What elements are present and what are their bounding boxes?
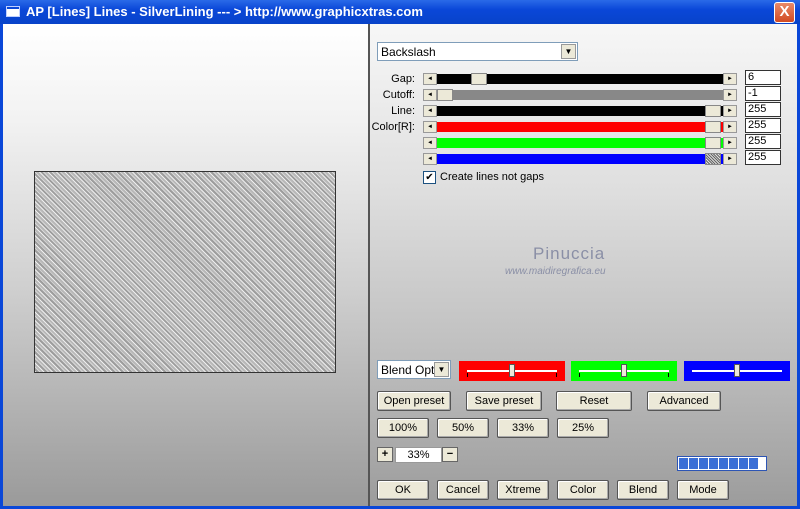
ok-button[interactable]: OK <box>377 480 429 500</box>
cutoff-label: Cutoff: <box>382 89 415 101</box>
green-blend-slider[interactable] <box>571 361 677 381</box>
xtreme-button[interactable]: Xtreme <box>497 480 549 500</box>
blue-blend-knob[interactable] <box>734 364 740 377</box>
progress-block <box>709 458 718 469</box>
blue-blend-slider[interactable] <box>684 361 790 381</box>
zoom-out-button[interactable]: − <box>442 447 458 462</box>
blend-button[interactable]: Blend <box>617 480 669 500</box>
open-preset-button[interactable]: Open preset <box>377 391 451 411</box>
preset-dropdown[interactable]: Backslash ▼ <box>377 42 578 61</box>
progress-block <box>729 458 738 469</box>
reset-button[interactable]: Reset <box>556 391 632 411</box>
save-preset-button[interactable]: Save preset <box>466 391 542 411</box>
gap-slider-thumb[interactable] <box>471 73 487 85</box>
cancel-button[interactable]: Cancel <box>437 480 489 500</box>
title-bar: AP [Lines] Lines - SilverLining --- > ht… <box>0 0 800 24</box>
green-slider-track[interactable] <box>437 138 723 148</box>
slider-left-arrow-icon[interactable]: ◄ <box>423 153 437 165</box>
cutoff-slider-track[interactable] <box>437 90 723 100</box>
blue-slider-track[interactable] <box>437 154 723 164</box>
gap-value[interactable]: 6 <box>745 70 781 85</box>
blue-value[interactable]: 255 <box>745 150 781 165</box>
chevron-down-icon: ▼ <box>434 362 449 377</box>
slider-left-arrow-icon[interactable]: ◄ <box>423 73 437 85</box>
cutoff-slider-thumb[interactable] <box>437 89 453 101</box>
green-value[interactable]: 255 <box>745 134 781 149</box>
slider-right-arrow-icon[interactable]: ► <box>723 73 737 85</box>
red-value[interactable]: 255 <box>745 118 781 133</box>
progress-block <box>749 458 758 469</box>
slider-right-arrow-icon[interactable]: ► <box>723 153 737 165</box>
zoom-50-button[interactable]: 50% <box>437 418 489 438</box>
red-slider-track[interactable] <box>437 122 723 132</box>
advanced-button[interactable]: Advanced <box>647 391 721 411</box>
zoom-25-button[interactable]: 25% <box>557 418 609 438</box>
slider-right-arrow-icon[interactable]: ► <box>723 89 737 101</box>
create-lines-checkbox[interactable]: ✔ <box>423 171 436 184</box>
close-button[interactable]: X <box>774 2 795 23</box>
preset-dropdown-value: Backslash <box>381 45 436 59</box>
line-value[interactable]: 255 <box>745 102 781 117</box>
red-blend-knob[interactable] <box>509 364 515 377</box>
tick-mark <box>579 373 580 377</box>
zoom-33-button[interactable]: 33% <box>497 418 549 438</box>
line-slider-thumb[interactable] <box>705 105 721 117</box>
blend-options-dropdown[interactable]: Blend Optio ▼ <box>377 360 451 379</box>
cutoff-slider[interactable]: ◄ ► <box>423 89 737 101</box>
slider-left-arrow-icon[interactable]: ◄ <box>423 137 437 149</box>
gap-slider[interactable]: ◄ ► <box>423 73 737 85</box>
zoom-in-button[interactable]: + <box>377 447 393 462</box>
window-title: AP [Lines] Lines - SilverLining --- > ht… <box>26 4 423 19</box>
slider-right-arrow-icon[interactable]: ► <box>723 137 737 149</box>
slider-left-arrow-icon[interactable]: ◄ <box>423 105 437 117</box>
progress-block <box>739 458 748 469</box>
create-lines-label[interactable]: Create lines not gaps <box>440 171 544 183</box>
tick-mark <box>467 373 468 377</box>
watermark-url: www.maidiregrafica.eu <box>505 266 606 277</box>
preview-image[interactable] <box>34 171 336 373</box>
progress-bar <box>677 456 767 471</box>
color-button[interactable]: Color <box>557 480 609 500</box>
green-slider[interactable]: ◄ ► <box>423 137 737 149</box>
window-icon[interactable] <box>6 6 20 17</box>
tick-mark <box>556 373 557 377</box>
slider-left-arrow-icon[interactable]: ◄ <box>423 121 437 133</box>
progress-block <box>679 458 688 469</box>
red-slider[interactable]: ◄ ► <box>423 121 737 133</box>
cutoff-value[interactable]: -1 <box>745 86 781 101</box>
zoom-value[interactable]: 33% <box>395 447 442 463</box>
progress-block <box>719 458 728 469</box>
red-slider-thumb[interactable] <box>705 121 721 133</box>
blue-slider-thumb[interactable] <box>705 153 721 165</box>
green-slider-thumb[interactable] <box>705 137 721 149</box>
slider-right-arrow-icon[interactable]: ► <box>723 105 737 117</box>
watermark-name: Pinuccia <box>533 244 606 263</box>
chevron-down-icon: ▼ <box>561 44 576 59</box>
blue-slider[interactable]: ◄ ► <box>423 153 737 165</box>
blend-dropdown-value: Blend Optio <box>381 363 435 377</box>
slider-left-arrow-icon[interactable]: ◄ <box>423 89 437 101</box>
line-slider-track[interactable] <box>437 106 723 116</box>
tick-mark <box>668 373 669 377</box>
line-label: Line: <box>391 105 415 117</box>
slider-right-arrow-icon[interactable]: ► <box>723 121 737 133</box>
progress-block <box>699 458 708 469</box>
red-blend-slider[interactable] <box>459 361 565 381</box>
line-slider[interactable]: ◄ ► <box>423 105 737 117</box>
color-r-label: Color[R]: <box>371 121 415 133</box>
mode-button[interactable]: Mode <box>677 480 729 500</box>
green-blend-knob[interactable] <box>621 364 627 377</box>
progress-block <box>689 458 698 469</box>
gap-label: Gap: <box>391 73 415 85</box>
zoom-100-button[interactable]: 100% <box>377 418 429 438</box>
